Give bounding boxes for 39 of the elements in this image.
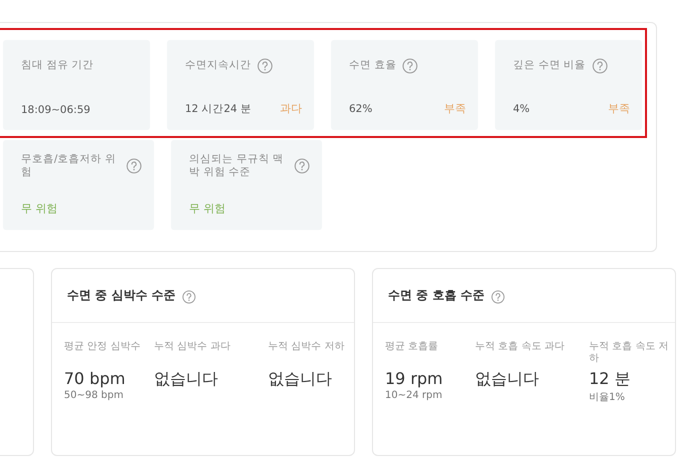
metric-range: 10~24 rpm [385,390,444,402]
metric-range: 비율1% [589,391,626,404]
help-icon[interactable] [490,288,505,302]
status-label: 무 위험 [21,201,58,216]
metric-range: 50~98 bpm [64,390,124,402]
help-icon[interactable] [126,158,142,174]
help-icon[interactable] [592,58,608,74]
status-label: 부족 [608,101,630,116]
help-icon[interactable] [257,58,273,74]
metric-label: 누적 호흡 속도 과다 [475,341,566,354]
metric-value: 12 시간24 분 [185,102,252,116]
metric-value: 19 rpm [385,370,444,388]
status-label: 부족 [444,101,466,116]
metric-label: 수면지속시간 [185,59,251,73]
metric-label: 침대 점유 기간 [21,59,94,73]
metric-value: 12 분 [589,370,632,388]
metric-label: 수면 효율 [349,59,396,73]
metric-value: 18:09~06:59 [21,104,90,116]
metric-label: 깊은 수면 비율 [513,59,586,73]
status-label: 무 위험 [189,201,226,216]
help-icon[interactable] [294,158,310,174]
metric-value: 없습니다 [475,370,540,388]
metric-value: 62% [349,102,372,114]
status-label: 과다 [280,101,302,116]
metric-value: 없습니다 [268,370,333,388]
card-title: 수면 중 호흡 수준 [388,287,485,304]
metric-label: 누적 심박수 저하 [268,341,346,354]
metric-value: 없습니다 [154,370,219,388]
card-title: 수면 중 심박수 수준 [67,287,176,304]
metric-label: 누적 심박수 과다 [154,341,232,354]
metric-label: 평균 안정 심박수 [64,341,142,354]
metric-label: 평균 호흡률 [385,341,440,354]
metric-value: 4% [513,102,530,114]
help-icon[interactable] [402,58,418,74]
help-icon[interactable] [182,288,196,302]
metric-label: 의심되는 무규칙 맥박 위험 수준 [189,152,285,180]
metric-label: 누적 호흡 속도 저하 [589,341,669,366]
metric-label: 무호흡/호흡저하 위험 [21,152,117,180]
metric-value: 70 bpm [64,370,126,388]
